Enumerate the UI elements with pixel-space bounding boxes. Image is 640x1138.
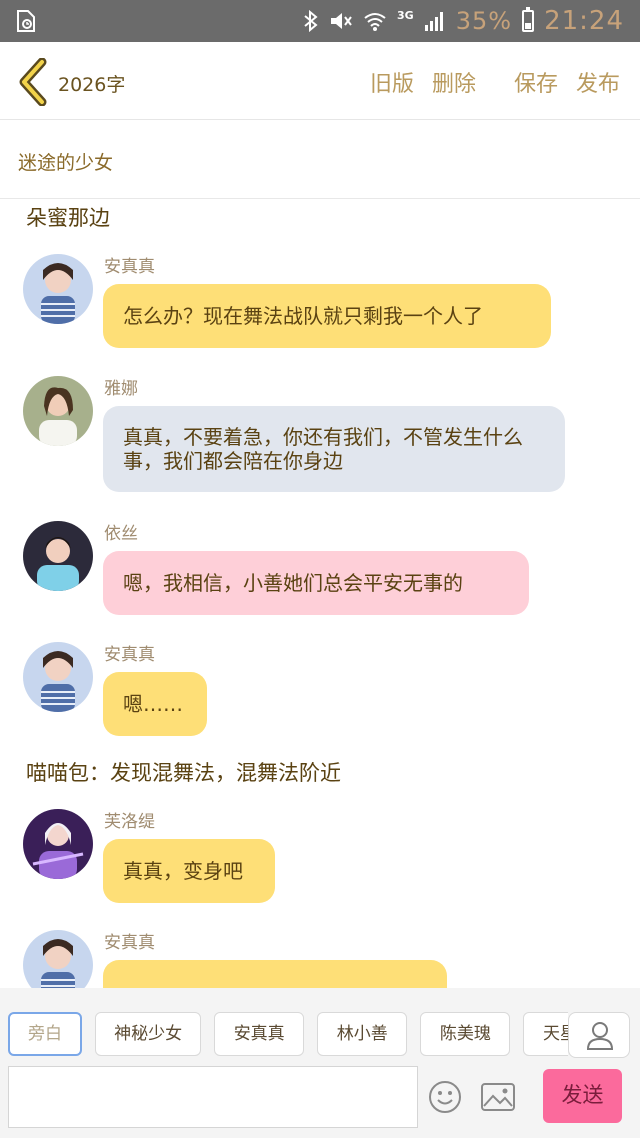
character-chip[interactable]: 林小善 <box>317 1012 408 1056</box>
delete-button[interactable]: 删除 <box>432 66 476 98</box>
sender-name: 安真真 <box>104 645 155 665</box>
message-bubble[interactable]: 真真，变身吧 <box>103 839 275 903</box>
message-bubble[interactable]: 嗯…… <box>103 672 207 736</box>
sender-name: 芙洛缇 <box>104 812 155 832</box>
character-chip-narrator[interactable]: 旁白 <box>8 1012 82 1056</box>
battery-icon <box>522 7 535 32</box>
emoji-icon[interactable] <box>428 1080 462 1114</box>
publish-button[interactable]: 发布 <box>576 66 620 98</box>
clock: 21:24 <box>544 6 624 36</box>
word-count: 2026字 <box>58 74 126 96</box>
message-bubble[interactable] <box>103 960 447 988</box>
chat-list[interactable]: 朵蜜那边 安真真 怎么办？现在舞法战队就只剩我一个人了 雅娜 真真，不要着急，你… <box>0 199 640 988</box>
character-selector[interactable]: 旁白 神秘少女 安真真 林小善 陈美瑰 天星羽 <box>8 1012 568 1058</box>
person-icon <box>586 1022 614 1050</box>
sender-name: 安真真 <box>104 933 155 953</box>
narration-line: 喵喵包：发现混舞法，混舞法阶近 <box>26 761 341 785</box>
message-bubble[interactable]: 怎么办？现在舞法战队就只剩我一个人了 <box>103 284 551 348</box>
story-title: 迷途的少女 <box>18 152 114 174</box>
add-character-button[interactable] <box>568 1012 630 1058</box>
image-icon[interactable] <box>480 1082 516 1112</box>
network-type-label: 3G <box>397 8 414 22</box>
character-chip[interactable]: 安真真 <box>214 1012 305 1056</box>
avatar[interactable] <box>23 809 93 879</box>
avatar[interactable] <box>23 930 93 988</box>
character-chip[interactable]: 天星羽 <box>523 1012 568 1056</box>
editor-toolbar: 2026字 旧版 删除 保存 发布 <box>0 42 640 120</box>
avatar[interactable] <box>23 376 93 446</box>
character-chip[interactable]: 陈美瑰 <box>420 1012 511 1056</box>
send-button[interactable]: 发送 <box>543 1069 622 1123</box>
sim-icon <box>17 10 35 32</box>
avatar[interactable] <box>23 521 93 591</box>
message-bubble[interactable]: 真真，不要着急，你还有我们，不管发生什么事，我们都会陪在你身边 <box>103 406 565 492</box>
message-input[interactable] <box>8 1066 418 1128</box>
status-bar: 3G 35% 21:24 <box>0 0 640 42</box>
sender-name: 雅娜 <box>104 379 138 399</box>
mute-icon <box>331 13 352 29</box>
old-version-button[interactable]: 旧版 <box>370 66 414 98</box>
sender-name: 安真真 <box>104 257 155 277</box>
signal-icon <box>424 12 443 31</box>
wifi-icon <box>364 13 386 31</box>
narration-line: 朵蜜那边 <box>26 206 110 230</box>
avatar[interactable] <box>23 642 93 712</box>
story-editor-screen: 3G 35% 21:24 2026字 旧版 删除 保存 发布 迷途的少女 朵蜜那… <box>0 0 640 1138</box>
story-title-row[interactable]: 迷途的少女 <box>0 121 640 199</box>
sender-name: 依丝 <box>104 524 138 544</box>
battery-level-fill <box>525 22 532 29</box>
avatar[interactable] <box>23 254 93 324</box>
bluetooth-icon <box>304 10 318 32</box>
battery-percent: 35% <box>455 7 513 35</box>
message-bubble[interactable]: 嗯，我相信，小善她们总会平安无事的 <box>103 551 529 615</box>
save-button[interactable]: 保存 <box>514 66 558 98</box>
toolbar-actions: 旧版 删除 保存 发布 <box>370 66 620 98</box>
character-chip[interactable]: 神秘少女 <box>95 1012 202 1056</box>
back-chevron-icon[interactable] <box>16 58 50 106</box>
composer-panel: 旁白 神秘少女 安真真 林小善 陈美瑰 天星羽 发送 <box>0 988 640 1138</box>
